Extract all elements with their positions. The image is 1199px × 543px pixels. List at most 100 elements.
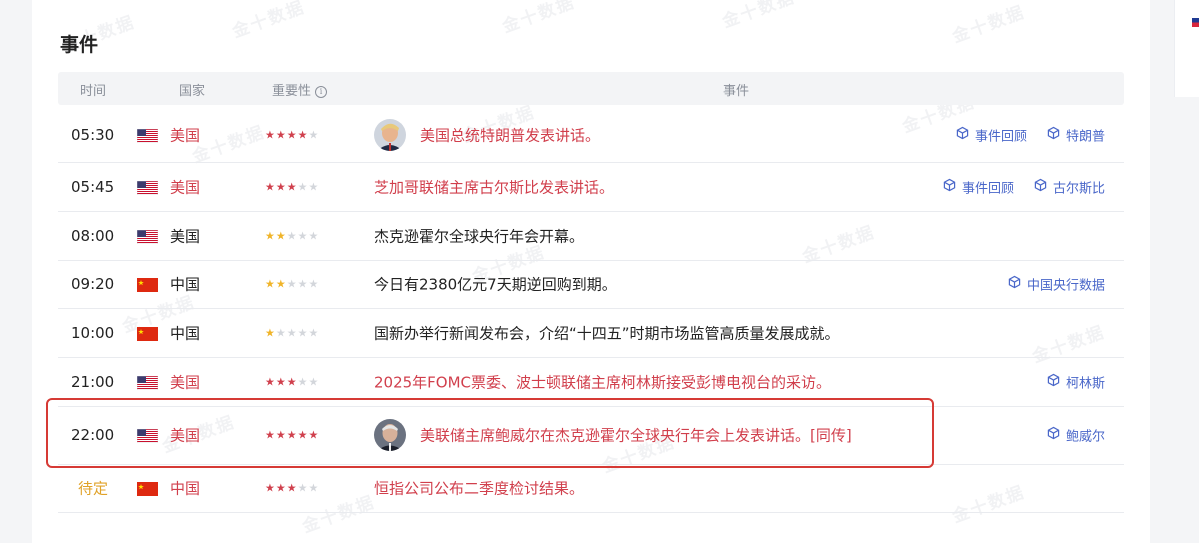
star-icon: ★ [297,481,309,495]
star-icon: ★ [286,128,298,142]
event-title[interactable]: 国新办举行新闻发布会，介绍“十四五”时期市场监管高质量发展成就。 [374,322,840,343]
event-links: 柯林斯 [1047,372,1105,391]
event-time: 08:00 [71,226,115,245]
star-icon: ★ [308,481,320,495]
us-flag-icon [136,375,159,390]
link-label: 事件回顾 [961,181,1014,196]
star-icon: ★ [275,229,287,242]
star-icon: ★ [308,229,320,242]
section-title: 事件 [60,34,99,56]
star-icon: ★ [275,180,287,193]
side-flag-icon [1192,18,1199,27]
link-label: 柯林斯 [1065,376,1105,391]
us-flag-icon [136,229,159,244]
table-header: 时间 国家 重要性 i 事件 [58,72,1124,105]
event-country: 美国 [170,373,201,391]
star-icon: ★ [286,481,298,495]
star-icon: ★ [275,481,287,495]
star-icon: ★ [308,128,320,142]
table-row[interactable]: 05:30 美国 ★★★★★ 美国总统特朗普发表讲话。 事件回顾 特朗普 [58,108,1124,163]
star-icon: ★ [275,375,287,388]
speaker-avatar [374,119,406,151]
event-link[interactable]: 中国央行数据 [1008,275,1105,294]
importance-stars: ★★★★★ [265,180,319,193]
star-icon: ★ [265,277,276,291]
star-icon: ★ [265,375,276,388]
event-title[interactable]: 美国总统特朗普发表讲话。 [420,125,600,146]
event-links: 事件回顾 古尔斯比 [943,177,1105,196]
star-icon: ★ [286,375,298,388]
event-title[interactable]: 恒指公司公布二季度检讨结果。 [374,478,584,499]
event-link[interactable]: 事件回顾 [943,177,1014,196]
event-time: 待定 [78,479,109,498]
star-icon: ★ [265,326,276,339]
star-icon: ★ [265,128,276,142]
star-icon: ★ [297,180,309,193]
event-time: 05:45 [71,177,115,196]
link-label: 古尔斯比 [1052,181,1105,196]
event-title[interactable]: 芝加哥联储主席古尔斯比发表讲话。 [374,176,614,197]
event-country: 中国 [170,479,201,498]
star-icon: ★ [297,277,309,291]
importance-stars: ★★★★★ [265,229,319,242]
table-row[interactable]: 10:00 中国 ★★★★★ 国新办举行新闻发布会，介绍“十四五”时期市场监管高质量发… [58,308,1124,358]
star-icon: ★ [286,180,298,193]
star-icon: ★ [275,128,287,142]
event-title[interactable]: 今日有2380亿元7天期逆回购到期。 [374,274,617,295]
cube-icon [1047,126,1060,144]
header-country: 国家 [179,84,206,99]
event-title[interactable]: 杰克逊霍尔全球央行年会开幕。 [374,225,584,246]
header-importance: 重要性 i [272,80,328,99]
event-title[interactable]: 2025年FOMC票委、波士顿联储主席柯林斯接受彭博电视台的采访。 [374,371,831,392]
star-icon: ★ [297,326,309,339]
header-time: 时间 [80,84,107,99]
star-icon: ★ [275,326,287,339]
importance-stars: ★★★★★ [265,129,319,142]
event-link[interactable]: 古尔斯比 [1034,177,1105,196]
event-link[interactable]: 事件回顾 [956,126,1027,145]
link-label: 特朗普 [1065,129,1105,145]
china-flag-icon [137,277,158,292]
cube-icon [1047,426,1060,444]
cube-icon [943,178,956,195]
event-link[interactable]: 柯林斯 [1047,372,1105,391]
cube-icon [1034,178,1047,195]
cube-icon [1047,373,1060,390]
table-row[interactable]: 08:00 美国 ★★★★★ 杰克逊霍尔全球央行年会开幕。 [58,211,1124,261]
star-icon: ★ [297,375,309,388]
table-row[interactable]: 05:45 美国 ★★★★★ 芝加哥联储主席古尔斯比发表讲话。 事件回顾 古尔斯比 [58,162,1124,212]
star-icon: ★ [265,229,276,242]
star-icon: ★ [275,277,287,291]
star-icon: ★ [286,326,298,339]
event-time: 21:00 [71,372,115,391]
importance-stars: ★★★★★ [265,482,319,495]
china-flag-icon [137,326,158,341]
table-row[interactable]: 待定 中国 ★★★★★ 恒指公司公布二季度检讨结果。 [58,464,1124,513]
event-time: 10:00 [71,323,115,342]
event-country: 美国 [170,126,201,145]
event-time: 05:30 [71,126,115,144]
us-flag-icon [136,180,159,195]
star-icon: ★ [297,128,309,142]
star-icon: ★ [308,326,320,339]
event-links: 事件回顾 特朗普 [956,126,1105,145]
event-links: 鲍威尔 [1047,426,1105,445]
star-icon: ★ [308,375,320,388]
event-link[interactable]: 鲍威尔 [1047,426,1105,445]
highlight-box [46,398,934,468]
star-icon: ★ [297,229,309,242]
star-icon: ★ [308,180,320,193]
star-icon: ★ [265,481,276,495]
star-icon: ★ [308,277,320,291]
importance-stars: ★★★★★ [265,326,319,339]
table-row[interactable]: 09:20 中国 ★★★★★ 今日有2380亿元7天期逆回购到期。 中国央行数据 [58,260,1124,309]
cube-icon [956,126,969,144]
link-label: 鲍威尔 [1065,429,1105,445]
cube-icon [1008,275,1021,293]
us-flag-icon [136,128,159,144]
importance-stars: ★★★★★ [265,375,319,388]
event-link[interactable]: 特朗普 [1047,126,1105,145]
info-icon[interactable]: i [315,86,328,98]
star-icon: ★ [265,180,276,193]
importance-stars: ★★★★★ [265,278,319,291]
